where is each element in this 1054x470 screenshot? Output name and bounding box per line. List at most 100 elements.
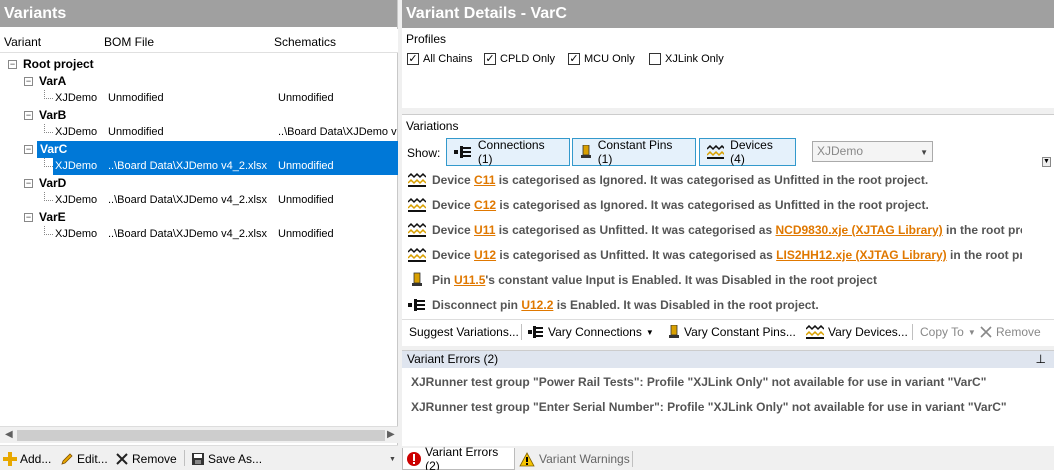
remove-variation-button[interactable]: Remove <box>980 325 1041 339</box>
tab-variant-warnings[interactable]: Variant Warnings <box>516 448 633 470</box>
list-item[interactable]: Device U11 is categorised as Unfitted. I… <box>402 220 1022 244</box>
chevron-down-icon: ▼ <box>920 148 928 157</box>
tree-row-varc[interactable]: − VarC <box>0 141 398 158</box>
suggest-variations-button[interactable]: Suggest Variations... <box>409 325 519 339</box>
collapse-icon[interactable]: − <box>24 179 33 188</box>
library-link[interactable]: NCD9830.xje (XJTAG Library) <box>776 223 943 237</box>
column-bom-file[interactable]: BOM File <box>104 35 154 49</box>
root-project-label: Root project <box>23 57 94 71</box>
save-icon <box>192 453 204 465</box>
scroll-left-icon[interactable]: ◀ <box>5 429 13 440</box>
tree-row-vare[interactable]: − VarE <box>0 209 398 226</box>
tab-variant-errors[interactable]: Variant Errors (2) <box>402 445 515 470</box>
device-icon <box>408 222 426 237</box>
chevron-down-icon: ▼ <box>967 327 976 337</box>
tree-row-root[interactable]: − Root project <box>0 56 398 73</box>
list-item[interactable]: XJRunner test group "Power Rail Tests": … <box>411 375 986 389</box>
pin-link[interactable]: U12.2 <box>521 298 553 312</box>
profile-checkbox-all-chains[interactable]: ✓ All Chains <box>407 53 473 65</box>
profile-checkbox-xjlink-only[interactable]: XJLink Only <box>649 53 724 65</box>
list-item[interactable]: Device C12 is categorised as Ignored. It… <box>402 195 1022 219</box>
error-icon <box>407 451 421 466</box>
checkbox-icon[interactable]: ✓ <box>484 53 496 65</box>
device-link[interactable]: C12 <box>474 198 496 212</box>
tree-row-varb[interactable]: − VarB <box>0 107 398 124</box>
variant-name: VarC <box>37 141 398 158</box>
list-item[interactable]: Pin U11.5's constant value Input is Enab… <box>402 270 1022 294</box>
tree-row-vara-child[interactable]: XJDemo Unmodified Unmodified <box>0 90 398 107</box>
bom-value: Unmodified <box>108 126 164 138</box>
add-button[interactable]: Add... <box>3 450 51 468</box>
filter-connections-button[interactable]: Connections (1) <box>446 138 570 166</box>
copy-to-button[interactable]: Copy To ▼ <box>920 325 976 339</box>
vary-connections-button[interactable]: Vary Connections ▼ <box>528 325 654 339</box>
chain-dropdown[interactable]: XJDemo ▼ <box>812 141 933 162</box>
filter-devices-button[interactable]: Devices (4) <box>699 138 796 166</box>
bom-value: ..\Board Data\XJDemo v4_2.xlsx <box>108 160 267 172</box>
variant-name: VarE <box>39 210 66 224</box>
device-link[interactable]: U12 <box>474 248 496 262</box>
list-item[interactable]: Disconnect pin U12.2 is Enabled. It was … <box>402 295 1022 319</box>
pin-link[interactable]: U11.5 <box>454 273 485 287</box>
remove-button[interactable]: Remove <box>115 450 177 468</box>
scroll-down-icon[interactable]: ▼ <box>1042 157 1051 167</box>
checkbox-icon[interactable]: ✓ <box>568 53 580 65</box>
tree-row-varc-child[interactable]: XJDemo ..\Board Data\XJDemo v4_2.xlsx Un… <box>0 158 398 175</box>
device-icon <box>806 325 824 339</box>
tree-row-varb-child[interactable]: XJDemo Unmodified ..\Board Data\XJDemo v <box>0 124 398 141</box>
list-item[interactable]: Device U12 is categorised as Unfitted. I… <box>402 245 1022 269</box>
schematics-value: ..\Board Data\XJDemo v <box>278 126 397 138</box>
dropdown-icon[interactable]: ▼ <box>389 456 396 463</box>
scrollbar-thumb[interactable] <box>17 430 385 441</box>
profiles-title: Profiles <box>406 32 447 46</box>
checkbox-icon[interactable]: ✓ <box>407 53 419 65</box>
device-link[interactable]: U11 <box>474 223 495 237</box>
bom-value: ..\Board Data\XJDemo v4_2.xlsx <box>108 194 267 206</box>
library-link[interactable]: LIS2HH12.xje (XJTAG Library) <box>776 248 947 262</box>
checkbox-icon[interactable] <box>649 53 661 65</box>
variants-toolbar: Add... Edit... Remove Save As... <box>0 445 398 470</box>
save-as-button[interactable]: Save As... <box>191 450 262 468</box>
variant-name: VarD <box>39 176 67 190</box>
column-variant[interactable]: Variant <box>4 35 41 49</box>
schematics-value: Unmodified <box>278 92 334 104</box>
variant-details-title: Variant Details - VarC <box>402 0 1054 28</box>
profile-checkbox-mcu-only[interactable]: ✓ MCU Only <box>568 53 635 65</box>
show-label: Show: <box>407 146 441 160</box>
collapse-icon[interactable]: − <box>24 111 33 120</box>
collapse-icon[interactable]: − <box>24 77 33 86</box>
list-item[interactable]: Device C11 is categorised as Ignored. It… <box>402 170 1022 194</box>
vary-constant-pins-button[interactable]: Vary Constant Pins... <box>668 325 796 339</box>
connection-icon <box>528 326 543 338</box>
edit-button[interactable]: Edit... <box>60 450 108 468</box>
profile-checkbox-cpld-only[interactable]: ✓ CPLD Only <box>484 53 555 65</box>
chevron-down-icon[interactable]: ▼ <box>646 328 654 337</box>
tree-row-vard[interactable]: − VarD <box>0 175 398 192</box>
collapse-icon[interactable]: − <box>24 213 33 222</box>
device-icon <box>408 172 426 187</box>
show-filter-bar: Show: Connections (1) Constant Pins (1) … <box>402 137 1054 167</box>
filter-constant-pins-button[interactable]: Constant Pins (1) <box>572 138 696 166</box>
list-item[interactable]: XJRunner test group "Enter Serial Number… <box>411 400 1007 414</box>
child-name: XJDemo <box>55 160 98 172</box>
bom-value: Unmodified <box>108 92 164 104</box>
tree-row-vara[interactable]: − VarA <box>0 73 398 90</box>
bom-value: ..\Board Data\XJDemo v4_2.xlsx <box>108 228 267 240</box>
close-icon <box>116 453 128 465</box>
variant-errors-header: Variant Errors (2) ⊥ <box>402 351 1054 368</box>
tree-row-vard-child[interactable]: XJDemo ..\Board Data\XJDemo v4_2.xlsx Un… <box>0 192 398 209</box>
variations-title: Variations <box>406 119 459 133</box>
constant-pin-icon <box>669 325 679 338</box>
collapse-icon[interactable]: − <box>8 60 17 69</box>
constant-pin-icon <box>581 145 591 158</box>
pin-icon[interactable]: ⊥ <box>1036 351 1046 368</box>
column-schematics[interactable]: Schematics <box>274 35 336 49</box>
variants-pane-title: Variants <box>0 0 397 28</box>
scroll-right-icon[interactable]: ▶ <box>387 429 395 440</box>
variants-pane: Variants Variant BOM File Schematics − R… <box>0 0 398 470</box>
device-link[interactable]: C11 <box>474 173 495 187</box>
collapse-icon[interactable]: − <box>24 145 33 154</box>
horizontal-scrollbar[interactable]: ◀ ▶ <box>0 426 398 443</box>
vary-devices-button[interactable]: Vary Devices... <box>806 325 908 339</box>
tree-row-vare-child[interactable]: XJDemo ..\Board Data\XJDemo v4_2.xlsx Un… <box>0 226 398 243</box>
